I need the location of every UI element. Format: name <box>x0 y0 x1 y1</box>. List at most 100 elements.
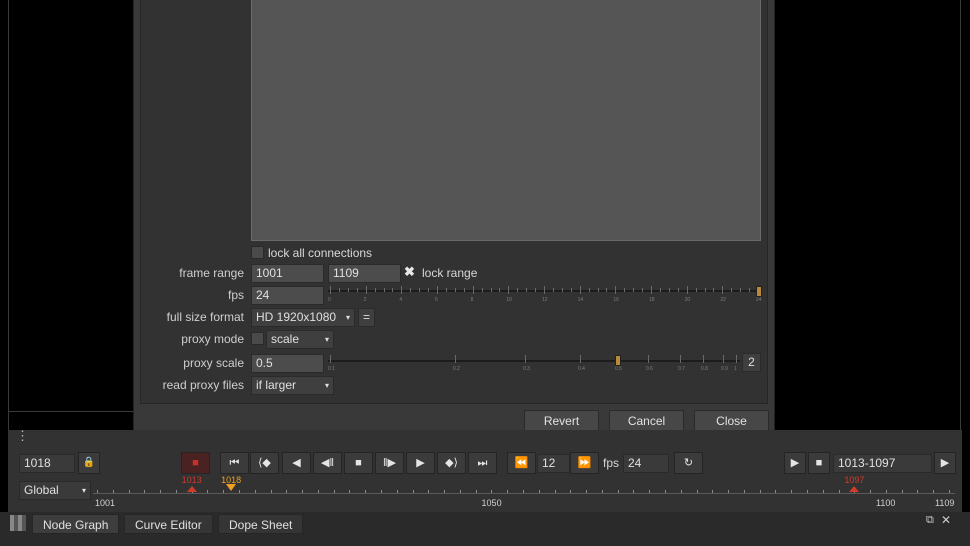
slider-tick <box>588 288 590 292</box>
slider-tick-label: 0.5 <box>615 366 622 372</box>
skip-to-end-icon: ⏭ <box>477 457 488 469</box>
float-panel-icon[interactable]: ⧉ <box>926 514 934 527</box>
slider-tick <box>544 286 545 294</box>
slider-tick <box>472 286 474 294</box>
lock-range-label: lock range <box>422 266 478 280</box>
slider-tick-label: 24 <box>756 297 762 303</box>
loop-mode-button[interactable]: ↻ <box>674 452 703 474</box>
previous-keyframe-button[interactable]: ⟨◆ <box>250 452 279 474</box>
tab-node-graph[interactable]: Node Graph <box>32 514 120 534</box>
revert-button[interactable]: Revert <box>524 410 599 432</box>
current-frame-input[interactable]: 1018 <box>19 454 75 473</box>
slider-tick <box>455 355 456 363</box>
fast-forward-button[interactable]: ⏩ <box>570 452 599 474</box>
play-forward-button[interactable]: ‖▶ <box>375 452 404 474</box>
frame-range-display[interactable]: 1013-1097 <box>833 454 932 473</box>
proxy-scale-label: proxy scale <box>183 356 244 370</box>
tab-curve-editor[interactable]: Curve Editor <box>124 514 213 534</box>
slider-tick-label: 18 <box>649 297 655 303</box>
lock-range-checkbox[interactable]: ✖ <box>404 264 415 280</box>
ruler-tick <box>444 490 446 493</box>
current-frame-marker[interactable] <box>226 484 237 491</box>
stop-button[interactable]: ■ <box>344 452 373 474</box>
fast-forward-icon: ⏩ <box>577 457 592 469</box>
slider-tick <box>736 355 737 363</box>
slider-tick <box>428 288 430 292</box>
panel-menu-handle-icon[interactable]: ⋮ <box>16 429 29 442</box>
ruler-tick <box>633 490 635 493</box>
proxy-scale-step-button[interactable]: 2 <box>742 353 761 372</box>
ruler-tick <box>680 490 682 493</box>
format-equals-button[interactable]: = <box>358 308 375 327</box>
frame-range-start-input[interactable]: 1001 <box>251 264 324 283</box>
slider-tick <box>561 288 563 292</box>
go-to-end-button[interactable]: ⏭ <box>468 452 497 474</box>
slider-tick-label: 0.7 <box>678 366 685 372</box>
ruler-tick <box>381 490 382 493</box>
close-button[interactable]: Close <box>694 410 769 432</box>
slider-tick <box>624 288 626 292</box>
play-backward-icon: ◀‖ <box>320 457 334 469</box>
ruler-tick <box>254 490 256 493</box>
in-point-marker[interactable] <box>186 486 197 492</box>
slider-tick <box>713 288 715 292</box>
slider-tick <box>642 288 644 292</box>
lock-icon[interactable]: 🔒 <box>78 452 100 474</box>
slider-tick-label: 0.1 <box>328 366 335 372</box>
play-square-icon: ▶ <box>790 457 800 469</box>
full-size-format-dropdown[interactable]: HD 1920x1080 ▾ <box>251 308 355 327</box>
slider-tick <box>570 288 572 292</box>
ruler-tick <box>302 490 304 493</box>
chevron-down-icon: ▾ <box>345 313 350 322</box>
lock-all-connections-checkbox[interactable] <box>251 246 264 259</box>
ruler-label: 1001 <box>95 498 116 508</box>
record-button[interactable]: ■ <box>181 452 210 474</box>
slider-handle[interactable] <box>615 355 621 366</box>
next-keyframe-button[interactable]: ◆⟩ <box>437 452 466 474</box>
rewind-icon: ⏪ <box>514 457 529 469</box>
frame-range-end-input[interactable]: 1109 <box>328 264 401 283</box>
slider-tick <box>330 286 331 294</box>
step-back-button[interactable]: ◀ <box>282 452 311 474</box>
skip-to-start-icon: ⏮ <box>229 457 240 469</box>
step-forward-button[interactable]: ▶ <box>406 452 435 474</box>
fps-slider[interactable]: 0 2 4 6 8 10 12 14 16 18 20 22 24 <box>328 284 762 306</box>
flipbook-button[interactable]: ▶ <box>784 452 806 474</box>
render-button[interactable]: ■ <box>808 452 830 474</box>
ruler-tick <box>838 490 840 493</box>
slider-handle[interactable] <box>756 286 762 297</box>
step-forward-icon: ▶ <box>416 457 425 469</box>
increment-input[interactable]: 12 <box>537 454 570 473</box>
ruler-tick <box>665 490 666 493</box>
read-proxy-files-dropdown[interactable]: if larger ▾ <box>251 376 334 395</box>
proxy-mode-dropdown[interactable]: scale ▾ <box>266 330 334 349</box>
slider-tick <box>525 355 526 363</box>
ruler-tick <box>412 490 414 493</box>
cancel-button[interactable]: Cancel <box>609 410 684 432</box>
close-icon[interactable]: ✕ <box>941 513 951 527</box>
out-point-marker[interactable] <box>849 486 860 492</box>
scope-dropdown[interactable]: Global ▾ <box>19 481 91 500</box>
slider-tick <box>606 288 608 292</box>
tab-dope-sheet[interactable]: Dope Sheet <box>218 514 304 534</box>
ruler-tick <box>870 490 872 493</box>
proxy-scale-slider[interactable]: 0.1 0.2 0.3 0.4 0.5 0.6 0.7 0.8 0.9 1 <box>328 352 740 374</box>
ruler-tick <box>507 490 509 493</box>
panel-grip-icon[interactable] <box>10 515 26 531</box>
timeline-ruler[interactable]: 1001 1050 1100 1109 1013 1018 1097 <box>93 475 955 510</box>
ruler-tick <box>949 490 950 493</box>
go-to-start-button[interactable]: ⏮ <box>220 452 249 474</box>
rewind-button[interactable]: ⏪ <box>507 452 536 474</box>
proxy-scale-input[interactable]: 0.5 <box>251 354 324 373</box>
fps-input[interactable]: 24 <box>251 286 324 305</box>
slider-track <box>328 360 740 362</box>
proxy-mode-label: proxy mode <box>181 332 244 346</box>
timeline-fps-input[interactable]: 24 <box>623 454 669 473</box>
proxy-mode-checkbox[interactable] <box>251 332 264 345</box>
range-menu-button[interactable]: ▶ <box>934 452 956 474</box>
ruler-tick <box>807 490 808 493</box>
slider-tick-label: 0.2 <box>453 366 460 372</box>
render-square-icon: ■ <box>815 457 823 469</box>
slider-tick <box>668 288 670 292</box>
play-backward-button[interactable]: ◀‖ <box>313 452 342 474</box>
